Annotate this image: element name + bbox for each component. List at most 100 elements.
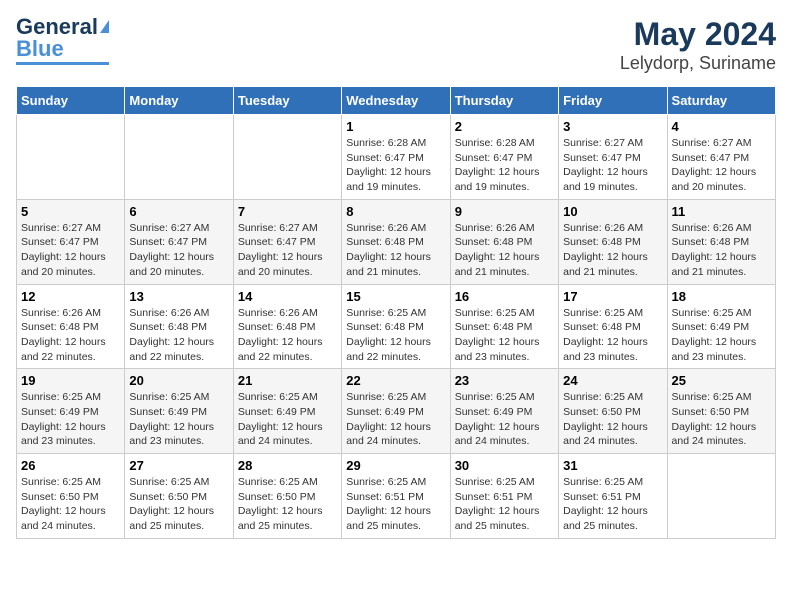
day-info: Sunrise: 6:26 AMSunset: 6:48 PMDaylight:… [129, 306, 228, 365]
calendar-cell: 27 Sunrise: 6:25 AMSunset: 6:50 PMDaylig… [125, 454, 233, 539]
calendar-cell: 25 Sunrise: 6:25 AMSunset: 6:50 PMDaylig… [667, 369, 775, 454]
col-header-wednesday: Wednesday [342, 87, 450, 115]
calendar-cell: 16 Sunrise: 6:25 AMSunset: 6:48 PMDaylig… [450, 284, 558, 369]
calendar-cell [125, 115, 233, 200]
day-number: 23 [455, 373, 554, 388]
calendar-table: SundayMondayTuesdayWednesdayThursdayFrid… [16, 86, 776, 539]
calendar-week-row: 5 Sunrise: 6:27 AMSunset: 6:47 PMDayligh… [17, 199, 776, 284]
calendar-week-row: 19 Sunrise: 6:25 AMSunset: 6:49 PMDaylig… [17, 369, 776, 454]
day-number: 19 [21, 373, 120, 388]
day-number: 31 [563, 458, 662, 473]
day-number: 20 [129, 373, 228, 388]
calendar-cell: 28 Sunrise: 6:25 AMSunset: 6:50 PMDaylig… [233, 454, 341, 539]
calendar-cell [233, 115, 341, 200]
day-info: Sunrise: 6:25 AMSunset: 6:48 PMDaylight:… [455, 306, 554, 365]
calendar-cell: 19 Sunrise: 6:25 AMSunset: 6:49 PMDaylig… [17, 369, 125, 454]
calendar-cell: 12 Sunrise: 6:26 AMSunset: 6:48 PMDaylig… [17, 284, 125, 369]
calendar-cell: 7 Sunrise: 6:27 AMSunset: 6:47 PMDayligh… [233, 199, 341, 284]
day-info: Sunrise: 6:27 AMSunset: 6:47 PMDaylight:… [672, 136, 771, 195]
day-info: Sunrise: 6:25 AMSunset: 6:49 PMDaylight:… [21, 390, 120, 449]
title-block: May 2024 Lelydorp, Suriname [620, 16, 776, 74]
day-number: 2 [455, 119, 554, 134]
calendar-cell: 14 Sunrise: 6:26 AMSunset: 6:48 PMDaylig… [233, 284, 341, 369]
day-info: Sunrise: 6:25 AMSunset: 6:51 PMDaylight:… [455, 475, 554, 534]
day-number: 12 [21, 289, 120, 304]
calendar-cell: 24 Sunrise: 6:25 AMSunset: 6:50 PMDaylig… [559, 369, 667, 454]
col-header-saturday: Saturday [667, 87, 775, 115]
calendar-cell: 3 Sunrise: 6:27 AMSunset: 6:47 PMDayligh… [559, 115, 667, 200]
day-number: 21 [238, 373, 337, 388]
day-number: 14 [238, 289, 337, 304]
day-info: Sunrise: 6:26 AMSunset: 6:48 PMDaylight:… [238, 306, 337, 365]
logo-underline [16, 62, 109, 65]
day-info: Sunrise: 6:25 AMSunset: 6:49 PMDaylight:… [129, 390, 228, 449]
day-number: 25 [672, 373, 771, 388]
day-number: 6 [129, 204, 228, 219]
calendar-cell: 26 Sunrise: 6:25 AMSunset: 6:50 PMDaylig… [17, 454, 125, 539]
day-info: Sunrise: 6:25 AMSunset: 6:50 PMDaylight:… [129, 475, 228, 534]
calendar-week-row: 12 Sunrise: 6:26 AMSunset: 6:48 PMDaylig… [17, 284, 776, 369]
day-info: Sunrise: 6:25 AMSunset: 6:50 PMDaylight:… [563, 390, 662, 449]
day-info: Sunrise: 6:28 AMSunset: 6:47 PMDaylight:… [455, 136, 554, 195]
day-number: 30 [455, 458, 554, 473]
calendar-week-row: 1 Sunrise: 6:28 AMSunset: 6:47 PMDayligh… [17, 115, 776, 200]
calendar-cell: 18 Sunrise: 6:25 AMSunset: 6:49 PMDaylig… [667, 284, 775, 369]
day-number: 1 [346, 119, 445, 134]
day-number: 9 [455, 204, 554, 219]
day-info: Sunrise: 6:25 AMSunset: 6:48 PMDaylight:… [346, 306, 445, 365]
day-info: Sunrise: 6:25 AMSunset: 6:49 PMDaylight:… [346, 390, 445, 449]
calendar-cell: 17 Sunrise: 6:25 AMSunset: 6:48 PMDaylig… [559, 284, 667, 369]
calendar-cell: 30 Sunrise: 6:25 AMSunset: 6:51 PMDaylig… [450, 454, 558, 539]
day-info: Sunrise: 6:25 AMSunset: 6:49 PMDaylight:… [672, 306, 771, 365]
day-info: Sunrise: 6:26 AMSunset: 6:48 PMDaylight:… [21, 306, 120, 365]
day-number: 5 [21, 204, 120, 219]
calendar-cell: 8 Sunrise: 6:26 AMSunset: 6:48 PMDayligh… [342, 199, 450, 284]
logo-triangle-icon [100, 20, 109, 33]
day-number: 27 [129, 458, 228, 473]
calendar-cell: 31 Sunrise: 6:25 AMSunset: 6:51 PMDaylig… [559, 454, 667, 539]
day-number: 28 [238, 458, 337, 473]
day-info: Sunrise: 6:26 AMSunset: 6:48 PMDaylight:… [346, 221, 445, 280]
calendar-cell: 10 Sunrise: 6:26 AMSunset: 6:48 PMDaylig… [559, 199, 667, 284]
calendar-cell: 11 Sunrise: 6:26 AMSunset: 6:48 PMDaylig… [667, 199, 775, 284]
col-header-sunday: Sunday [17, 87, 125, 115]
day-number: 11 [672, 204, 771, 219]
calendar-cell: 29 Sunrise: 6:25 AMSunset: 6:51 PMDaylig… [342, 454, 450, 539]
day-number: 7 [238, 204, 337, 219]
day-info: Sunrise: 6:26 AMSunset: 6:48 PMDaylight:… [672, 221, 771, 280]
day-number: 17 [563, 289, 662, 304]
day-number: 10 [563, 204, 662, 219]
day-info: Sunrise: 6:25 AMSunset: 6:49 PMDaylight:… [238, 390, 337, 449]
calendar-cell: 1 Sunrise: 6:28 AMSunset: 6:47 PMDayligh… [342, 115, 450, 200]
calendar-cell: 6 Sunrise: 6:27 AMSunset: 6:47 PMDayligh… [125, 199, 233, 284]
day-number: 24 [563, 373, 662, 388]
month-title: May 2024 [620, 16, 776, 53]
calendar-cell: 22 Sunrise: 6:25 AMSunset: 6:49 PMDaylig… [342, 369, 450, 454]
page-header: General Blue May 2024 Lelydorp, Suriname [16, 16, 776, 74]
calendar-cell [17, 115, 125, 200]
col-header-monday: Monday [125, 87, 233, 115]
day-number: 4 [672, 119, 771, 134]
day-number: 18 [672, 289, 771, 304]
col-header-friday: Friday [559, 87, 667, 115]
calendar-cell: 2 Sunrise: 6:28 AMSunset: 6:47 PMDayligh… [450, 115, 558, 200]
day-number: 8 [346, 204, 445, 219]
day-info: Sunrise: 6:25 AMSunset: 6:48 PMDaylight:… [563, 306, 662, 365]
logo-blue: Blue [16, 38, 64, 60]
col-header-thursday: Thursday [450, 87, 558, 115]
calendar-cell: 23 Sunrise: 6:25 AMSunset: 6:49 PMDaylig… [450, 369, 558, 454]
logo: General Blue [16, 16, 109, 65]
calendar-cell: 15 Sunrise: 6:25 AMSunset: 6:48 PMDaylig… [342, 284, 450, 369]
day-info: Sunrise: 6:26 AMSunset: 6:48 PMDaylight:… [455, 221, 554, 280]
calendar-cell: 4 Sunrise: 6:27 AMSunset: 6:47 PMDayligh… [667, 115, 775, 200]
day-info: Sunrise: 6:27 AMSunset: 6:47 PMDaylight:… [238, 221, 337, 280]
day-number: 3 [563, 119, 662, 134]
day-info: Sunrise: 6:27 AMSunset: 6:47 PMDaylight:… [563, 136, 662, 195]
calendar-cell: 21 Sunrise: 6:25 AMSunset: 6:49 PMDaylig… [233, 369, 341, 454]
day-info: Sunrise: 6:26 AMSunset: 6:48 PMDaylight:… [563, 221, 662, 280]
day-number: 15 [346, 289, 445, 304]
day-info: Sunrise: 6:27 AMSunset: 6:47 PMDaylight:… [21, 221, 120, 280]
day-info: Sunrise: 6:25 AMSunset: 6:49 PMDaylight:… [455, 390, 554, 449]
day-info: Sunrise: 6:27 AMSunset: 6:47 PMDaylight:… [129, 221, 228, 280]
calendar-cell [667, 454, 775, 539]
